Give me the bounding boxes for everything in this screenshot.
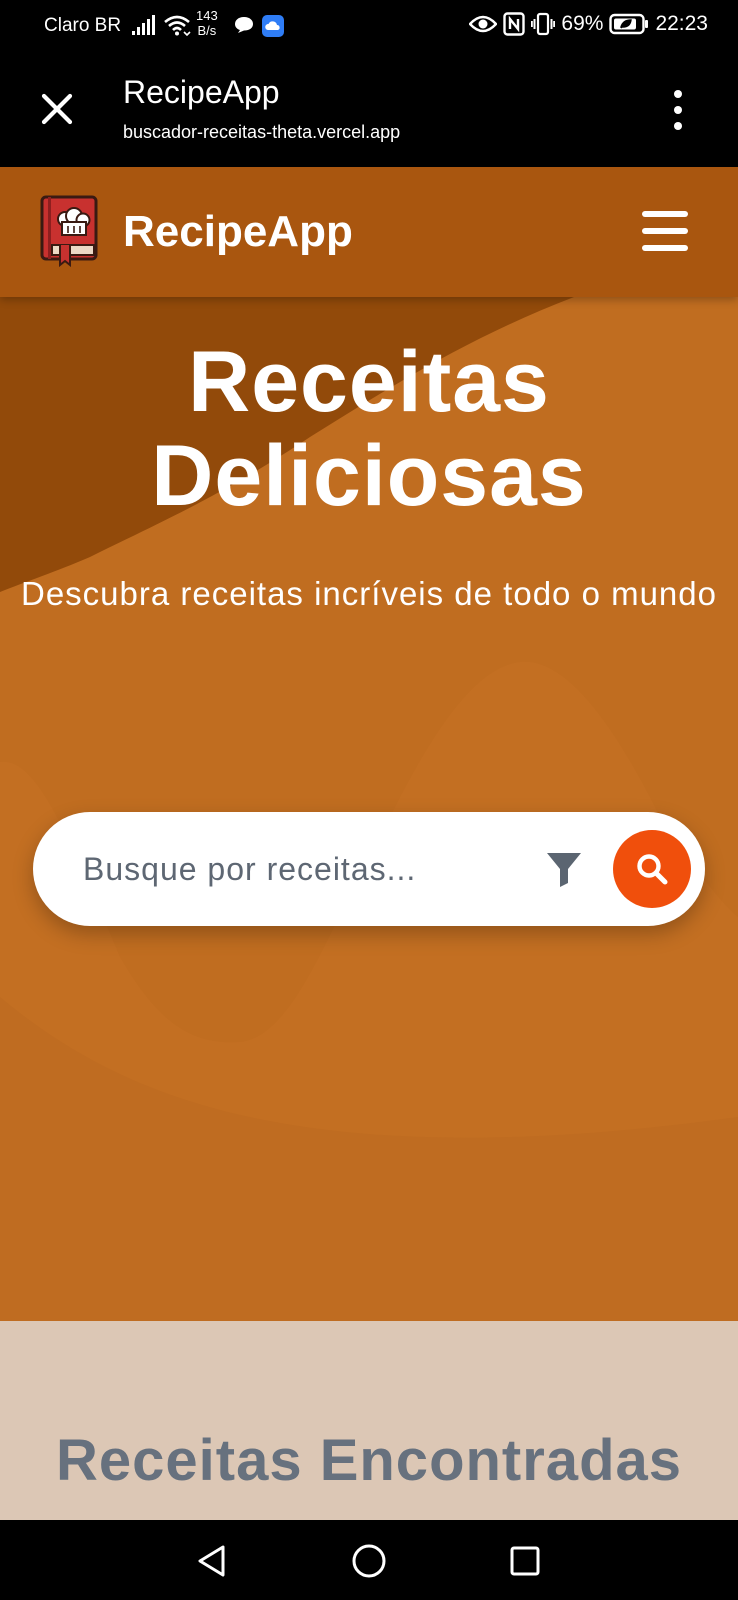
battery-icon: [609, 13, 649, 35]
wifi-icon: [163, 14, 191, 41]
status-bar: Claro BR 143 B/s 69% 22:23: [0, 0, 738, 52]
close-tab-button[interactable]: [36, 88, 78, 130]
browser-url[interactable]: buscador-receitas-theta.vercel.app: [123, 122, 400, 143]
recents-icon[interactable]: [510, 1546, 540, 1581]
status-bar-right: 69% 22:23: [469, 12, 708, 36]
eye-icon: [469, 15, 498, 33]
signal-icon: [132, 14, 156, 41]
filter-button[interactable]: [545, 850, 585, 888]
hero-section: Receitas Deliciosas Descubra receitas in…: [0, 297, 738, 1321]
hero-title-line2: Deliciosas: [151, 428, 587, 524]
network-speed: 143 B/s: [196, 8, 218, 38]
results-section: Receitas Encontradas: [0, 1321, 738, 1520]
carrier-label: Claro BR: [44, 15, 122, 36]
hero-title: Receitas Deliciosas: [0, 335, 738, 523]
battery-percent: 69%: [561, 12, 604, 35]
browser-tab-bar: RecipeApp buscador-receitas-theta.vercel…: [0, 52, 738, 167]
search-button[interactable]: [613, 830, 691, 908]
nfc-icon: [503, 12, 526, 36]
hero-title-line1: Receitas: [188, 334, 550, 430]
back-icon[interactable]: [196, 1544, 228, 1583]
cookbook-logo-icon[interactable]: [40, 195, 100, 272]
cloud-icon: [262, 15, 284, 42]
search-bar: [33, 812, 705, 926]
more-vert-icon[interactable]: [666, 90, 690, 130]
message-icon: [234, 16, 254, 39]
results-title: Receitas Encontradas: [55, 1428, 683, 1493]
hero-subtitle: Descubra receitas incríveis de todo o mu…: [20, 575, 717, 612]
filter-icon: [547, 853, 581, 887]
app-header: RecipeApp: [0, 167, 738, 297]
brand-name[interactable]: RecipeApp: [123, 207, 353, 257]
vibrate-icon: [531, 12, 556, 36]
network-speed-unit: B/s: [197, 23, 217, 38]
clock: 22:23: [655, 12, 708, 35]
home-icon[interactable]: [352, 1544, 386, 1583]
system-nav-bar: [0, 1520, 738, 1600]
search-icon: [637, 854, 668, 885]
browser-page-title: RecipeApp: [123, 74, 280, 110]
network-speed-value: 143: [196, 8, 218, 23]
hamburger-menu-icon[interactable]: [642, 211, 688, 251]
close-icon: [41, 93, 73, 125]
search-input[interactable]: [83, 844, 483, 894]
